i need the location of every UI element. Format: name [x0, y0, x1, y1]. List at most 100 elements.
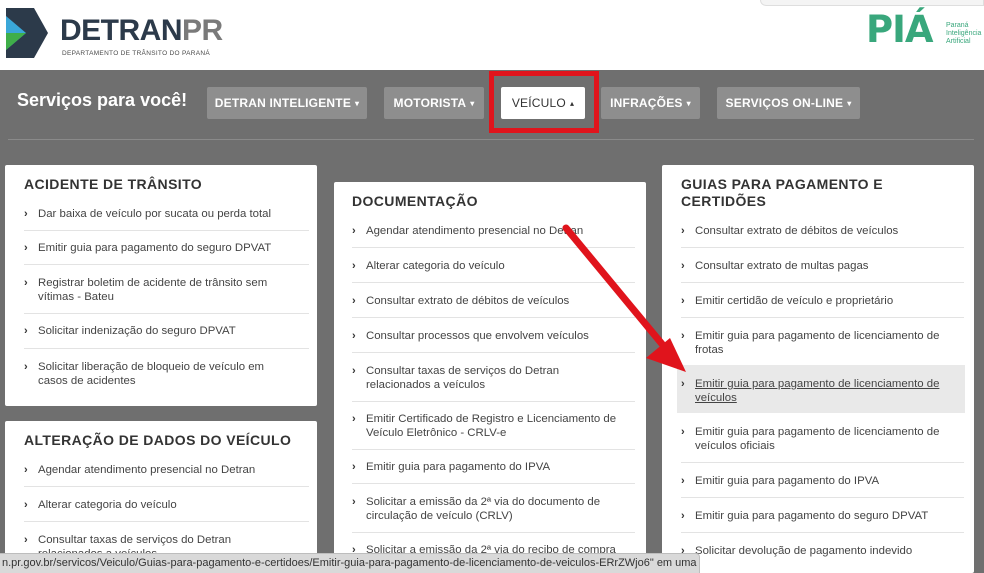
pia-logo[interactable]: PIÁ	[866, 10, 934, 50]
list-item-label: Consultar taxas de serviços do Detran re…	[366, 365, 560, 391]
list-item-label: Emitir certidão de veículo e proprietári…	[695, 295, 894, 307]
nav-servicos-online[interactable]: SERVIÇOS ON-LINE ▾	[717, 87, 860, 119]
services-heading: Serviços para você!	[17, 90, 188, 110]
list-item-hovered[interactable]: › Emitir guia para pagamento de licencia…	[677, 365, 965, 413]
panel-acidente-transito: ACIDENTE DE TRÂNSITO › Dar baixa de veíc…	[5, 165, 317, 406]
nav-label: SERVIÇOS ON-LINE	[725, 96, 844, 110]
brand-subtitle: DEPARTAMENTO DE TRÂNSITO DO PARANÁ	[62, 50, 211, 57]
chevron-right-icon: ›	[24, 534, 28, 546]
chevron-right-icon: ›	[681, 295, 685, 307]
list-item-label: Consultar extrato de débitos de veículos	[366, 295, 570, 307]
detran-logo-icon[interactable]	[4, 6, 50, 60]
caret-down-icon: ▾	[847, 98, 852, 108]
divider	[352, 401, 635, 402]
panel-title: ALTERAÇÃO DE DADOS DO VEÍCULO	[24, 432, 292, 448]
divider	[24, 230, 309, 231]
list-item-label: Emitir guia para pagamento do IPVA	[695, 475, 880, 487]
chevron-right-icon: ›	[352, 260, 356, 272]
divider	[681, 497, 964, 498]
brand-suffix: PR	[182, 14, 223, 47]
chevron-right-icon: ›	[352, 330, 356, 342]
panel-title: ACIDENTE DE TRÂNSITO	[24, 176, 203, 192]
divider	[681, 532, 964, 533]
panel-title: DOCUMENTAÇÃO	[352, 193, 478, 209]
panel-documentacao: DOCUMENTAÇÃO › Agendar atendimento prese…	[334, 182, 646, 573]
list-item-label: Consultar extrato de multas pagas	[695, 260, 869, 272]
list-item-label: Emitir guia para pagamento do seguro DPV…	[695, 510, 929, 522]
divider	[681, 317, 964, 318]
red-highlight-annotation	[489, 71, 599, 133]
divider	[352, 317, 635, 318]
list-item-label: Emitir guia para pagamento de licenciame…	[695, 378, 940, 404]
brand-name[interactable]: DETRANPR	[60, 16, 223, 46]
list-item-label: Consultar extrato de débitos de veículos	[695, 225, 899, 237]
chevron-right-icon: ›	[352, 295, 356, 307]
chevron-right-icon: ›	[681, 475, 685, 487]
nav-label: INFRAÇÕES	[610, 96, 683, 110]
pia-sub-line: Inteligência	[946, 30, 982, 37]
pia-sub-line: Artificial	[946, 38, 971, 45]
divider	[24, 486, 309, 487]
divider	[681, 462, 964, 463]
chevron-right-icon: ›	[352, 496, 356, 508]
caret-down-icon: ▾	[686, 98, 691, 108]
chevron-right-icon: ›	[352, 225, 356, 237]
panel-guias-pagamento: GUIAS PARA PAGAMENTO E CERTIDÕES › Consu…	[662, 165, 974, 573]
chevron-right-icon: ›	[24, 242, 28, 254]
chevron-right-icon: ›	[24, 464, 28, 476]
list-item-label: Consultar processos que envolvem veículo…	[366, 330, 589, 342]
divider	[681, 282, 964, 283]
chevron-right-icon: ›	[681, 426, 685, 438]
chevron-right-icon: ›	[681, 510, 685, 522]
list-item-label: Alterar categoria do veículo	[38, 499, 177, 511]
list-item-label: Agendar atendimento presencial no Detran	[38, 464, 256, 476]
chevron-right-icon: ›	[24, 325, 28, 337]
divider	[24, 521, 309, 522]
chevron-right-icon: ›	[352, 461, 356, 473]
nav-label: DETRAN INTELIGENTE	[214, 96, 352, 110]
list-item-label: Emitir guia para pagamento de licenciame…	[695, 330, 940, 356]
nav-detran-inteligente[interactable]: DETRAN INTELIGENTE ▾	[207, 87, 367, 119]
divider	[24, 264, 309, 265]
brand-main: DETRAN	[60, 14, 183, 47]
browser-top-edge	[760, 0, 984, 6]
chevron-right-icon: ›	[352, 365, 356, 377]
browser-status-bar: n.pr.gov.br/servicos/Veiculo/Guias-para-…	[0, 553, 700, 573]
caret-down-icon: ▾	[470, 98, 475, 108]
divider	[681, 247, 964, 248]
nav-motorista[interactable]: MOTORISTA ▾	[384, 87, 484, 119]
list-item-label: Dar baixa de veículo por sucata ou perda…	[38, 208, 272, 220]
chevron-right-icon: ›	[681, 330, 685, 342]
pia-logo-subtitle: Paraná Inteligência Artificial	[946, 22, 981, 46]
nav-divider	[8, 139, 974, 140]
pia-sub-line: Paraná	[946, 22, 969, 29]
chevron-right-icon: ›	[352, 413, 356, 425]
list-item-label: Agendar atendimento presencial no Detran	[366, 225, 584, 237]
chevron-right-icon: ›	[681, 225, 685, 237]
divider	[352, 282, 635, 283]
site-header: DETRANPR DEPARTAMENTO DE TRÂNSITO DO PAR…	[0, 0, 984, 70]
list-item-label: Solicitar a emissão da 2ª via do documen…	[366, 496, 601, 522]
divider	[352, 247, 635, 248]
divider	[352, 352, 635, 353]
list-item-label: Emitir guia para pagamento de licenciame…	[695, 426, 940, 452]
divider	[352, 532, 635, 533]
chevron-right-icon: ›	[681, 260, 685, 272]
panel-alteracao-dados: ALTERAÇÃO DE DADOS DO VEÍCULO › Agendar …	[5, 421, 317, 573]
nav-infracoes[interactable]: INFRAÇÕES ▾	[601, 87, 700, 119]
list-item-label: Registrar boletim de acidente de trânsit…	[38, 277, 268, 303]
divider	[352, 483, 635, 484]
list-item-label: Solicitar devolução de pagamento indevid…	[695, 545, 913, 557]
list-item-label: Emitir Certificado de Registro e Licenci…	[366, 413, 617, 439]
list-item-label: Solicitar liberação de bloqueio de veícu…	[38, 361, 265, 387]
caret-down-icon: ▾	[355, 98, 360, 108]
divider	[352, 449, 635, 450]
chevron-right-icon: ›	[24, 277, 28, 289]
chevron-right-icon: ›	[24, 361, 28, 373]
chevron-right-icon: ›	[24, 208, 28, 220]
chevron-right-icon: ›	[24, 499, 28, 511]
list-item-label: Alterar categoria do veículo	[366, 260, 505, 272]
divider	[24, 313, 309, 314]
chevron-right-icon: ›	[681, 378, 685, 390]
divider	[24, 348, 309, 349]
